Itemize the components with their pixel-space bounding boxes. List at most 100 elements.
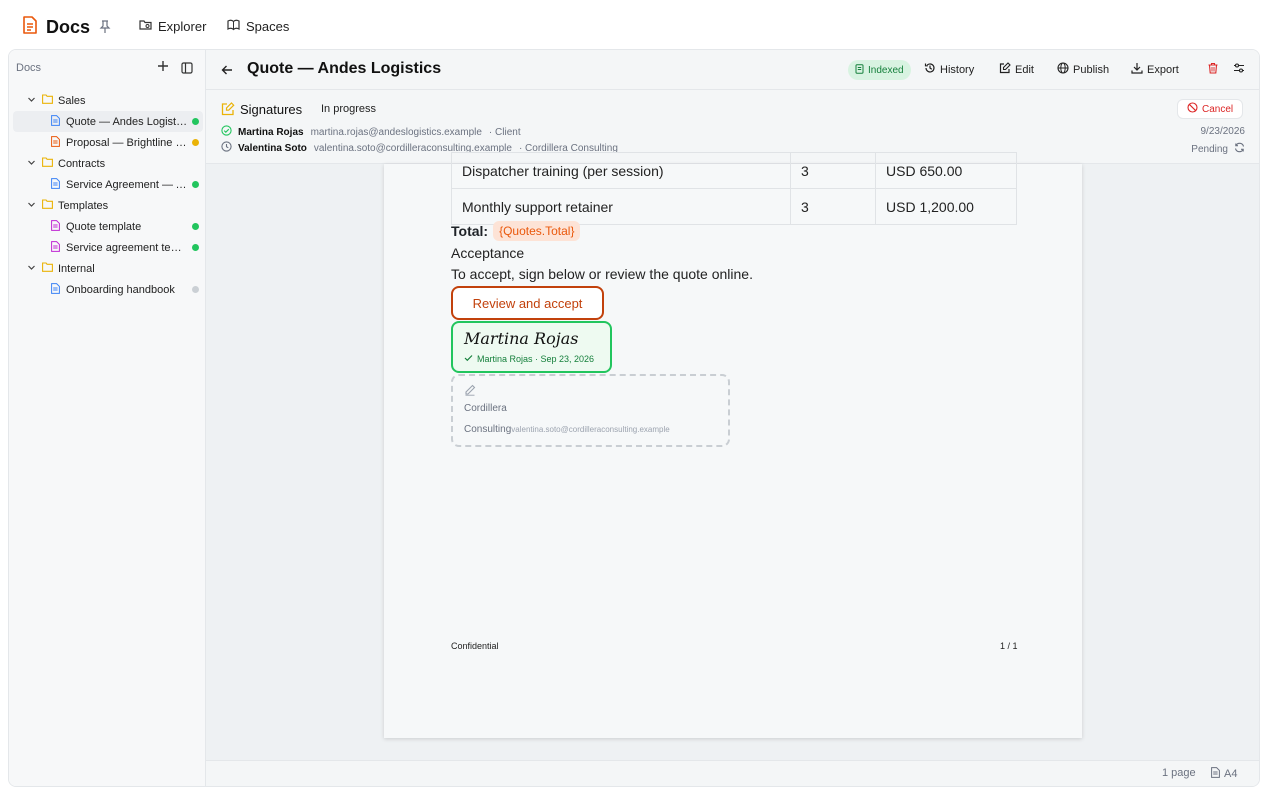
tree-label: Contracts <box>58 157 106 170</box>
pending-signer-name-1: Cordillera <box>464 403 507 414</box>
template-icon <box>51 219 60 234</box>
tree-doc-quote-andes[interactable]: Quote — Andes Logistics <box>13 111 203 132</box>
edit-label: Edit <box>1015 63 1034 76</box>
tree-doc-service-agreement-andes[interactable]: Service Agreement — Andes <box>13 174 203 195</box>
table-cell: Monthly support retainer <box>451 188 791 225</box>
nav-spaces-label: Spaces <box>246 19 290 34</box>
total-line: Total: {Quotes.Total} <box>451 221 581 241</box>
signature-script: Martina Rojas <box>464 329 579 348</box>
tree-label: Templates <box>58 199 109 212</box>
table-cell: 3 <box>790 152 876 189</box>
pin-icon[interactable] <box>99 20 111 39</box>
export-label: Export <box>1147 63 1179 76</box>
table-cell: Dispatcher training (per session) <box>451 152 791 189</box>
pending-signer-email: valentina.soto@cordilleraconsulting.exam… <box>511 425 670 434</box>
tree-doc-service-agreement-template[interactable]: Service agreement template <box>13 237 203 258</box>
chevron-down-icon <box>27 95 36 107</box>
table-cell: 3 <box>790 188 876 225</box>
tree-folder-contracts[interactable]: Contracts <box>13 153 203 174</box>
signature-meta: Martina Rojas · Sep 23, 2026 <box>464 354 594 364</box>
globe-icon <box>1057 62 1069 77</box>
status-dot <box>192 181 199 188</box>
indexed-badge: Indexed <box>848 60 911 80</box>
brand[interactable]: Docs <box>22 16 90 39</box>
paper-size-label: A4 <box>1224 768 1238 780</box>
cancel-signatures-button[interactable]: Cancel <box>1177 99 1244 119</box>
signer-role: · Client <box>488 126 521 138</box>
book-icon <box>227 19 240 34</box>
ban-icon <box>1187 102 1198 116</box>
paper-size[interactable]: A4 <box>1211 767 1237 781</box>
download-icon <box>1131 62 1143 77</box>
signatures-status: In progress <box>321 103 377 115</box>
template-icon <box>51 240 60 255</box>
signature-field-pending[interactable]: Cordillera Consultingvalentina.soto@cord… <box>451 374 730 447</box>
tree-folder-sales[interactable]: Sales <box>13 90 203 111</box>
collapse-sidebar-icon[interactable] <box>181 61 193 79</box>
status-dot <box>192 139 199 146</box>
status-bar: 1 page A4 <box>206 760 1259 786</box>
doc-icon <box>51 282 60 297</box>
tree-folder-templates[interactable]: Templates <box>13 195 203 216</box>
nav-explorer-label: Explorer <box>158 19 207 34</box>
signer-row: Martina Rojas martina.rojas@andeslogisti… <box>221 125 521 139</box>
document-page: Dispatcher training (per session) 3 USD … <box>384 152 1082 738</box>
sidebar-title: Docs <box>16 62 42 74</box>
document-title: Quote — Andes Logistics <box>247 60 442 77</box>
signature-field-signed[interactable]: Martina Rojas Martina Rojas · Sep 23, 20… <box>451 321 612 373</box>
history-label: History <box>940 63 975 76</box>
chevron-down-icon <box>27 263 36 275</box>
signed-date: 9/23/2026 <box>1200 126 1246 137</box>
check-icon <box>464 354 473 364</box>
pending-label: Pending <box>1191 143 1228 155</box>
history-button[interactable]: History <box>924 62 974 77</box>
index-icon <box>855 63 864 77</box>
chevron-down-icon <box>27 158 36 170</box>
settings-sliders-icon[interactable] <box>1233 62 1245 74</box>
folder-search-icon <box>139 19 152 34</box>
resend-icon[interactable] <box>1234 142 1245 156</box>
chevron-down-icon <box>27 200 36 212</box>
table-cell: USD 1,200.00 <box>875 188 1017 225</box>
tree-label: Internal <box>58 262 95 275</box>
signer-name: Martina Rojas <box>238 126 304 138</box>
app-frame: Docs Sales Quote — Andes Logistics Propo… <box>8 49 1260 787</box>
trash-icon[interactable] <box>1207 62 1219 74</box>
document-canvas[interactable]: Dispatcher training (per session) 3 USD … <box>206 152 1259 760</box>
publish-button[interactable]: Publish <box>1057 62 1109 77</box>
add-icon[interactable] <box>157 59 169 77</box>
status-dot <box>192 244 199 251</box>
history-icon <box>924 62 936 77</box>
publish-label: Publish <box>1073 63 1110 76</box>
export-button[interactable]: Export <box>1131 62 1179 77</box>
signatures-title: Signatures <box>240 102 303 117</box>
page-footer-left: Confidential <box>451 641 499 651</box>
nav-explorer[interactable]: Explorer <box>139 19 206 34</box>
table-row: Monthly support retainer 3 USD 1,200.00 <box>451 188 1017 225</box>
folder-icon <box>42 199 53 212</box>
signature-icon <box>221 102 235 121</box>
tree-label: Proposal — Brightline Freight <box>66 136 188 149</box>
sidebar: Docs Sales Quote — Andes Logistics Propo… <box>9 50 206 786</box>
tree-folder-internal[interactable]: Internal <box>13 258 203 279</box>
total-variable[interactable]: {Quotes.Total} <box>493 221 581 241</box>
back-arrow-icon[interactable] <box>221 63 233 81</box>
table-row: Dispatcher training (per session) 3 USD … <box>451 152 1017 189</box>
tree-doc-proposal-brightline[interactable]: Proposal — Brightline Freight <box>13 132 203 153</box>
nav-spaces[interactable]: Spaces <box>227 19 289 34</box>
document-header: Quote — Andes Logistics Indexed History … <box>206 50 1259 90</box>
page-count: 1 page <box>1162 767 1196 779</box>
folder-icon <box>42 94 53 107</box>
pending-signer-line: Consultingvalentina.soto@cordilleraconsu… <box>464 424 670 435</box>
quote-table: Dispatcher training (per session) 3 USD … <box>451 152 1017 225</box>
total-label: Total: <box>451 223 489 239</box>
doc-icon <box>51 135 60 150</box>
edit-button[interactable]: Edit <box>999 62 1034 77</box>
pending-signer-name-2: Consulting <box>464 424 512 435</box>
review-and-accept-button[interactable]: Review and accept <box>451 286 604 320</box>
tree-doc-onboarding-handbook[interactable]: Onboarding handbook <box>13 279 203 300</box>
tree-doc-quote-template[interactable]: Quote template <box>13 216 203 237</box>
pending-status: Pending <box>1191 142 1245 156</box>
edit-icon <box>999 62 1011 77</box>
pen-icon <box>464 383 476 401</box>
